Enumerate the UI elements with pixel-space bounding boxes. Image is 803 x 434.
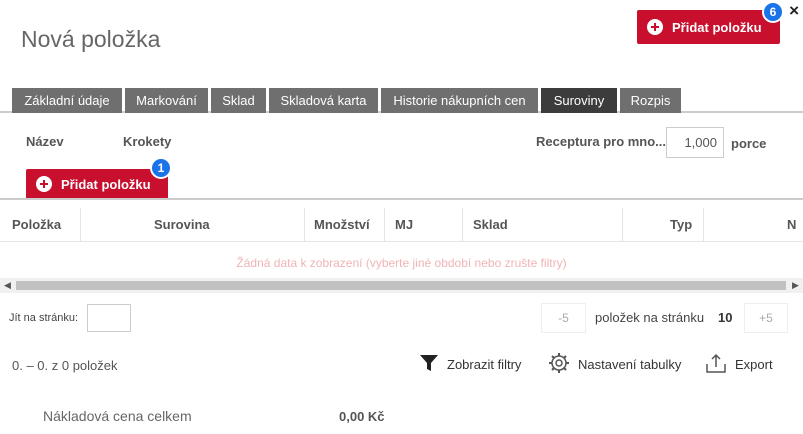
- column-header-surovina[interactable]: Surovina: [154, 208, 210, 241]
- plus-circle-icon: [36, 176, 52, 192]
- header-add-item-button[interactable]: Přidat položku: [637, 10, 780, 44]
- table-settings-button[interactable]: Nastavení tabulky: [548, 352, 681, 376]
- column-header-sklad[interactable]: Sklad: [473, 208, 508, 241]
- column-separator: [622, 208, 623, 241]
- tab-suroviny[interactable]: Suroviny: [541, 88, 617, 113]
- upload-icon: [705, 352, 727, 377]
- tab-zakladni-udaje[interactable]: Základní údaje: [12, 88, 122, 113]
- next-5-button[interactable]: +5: [744, 303, 788, 333]
- table-header-border: [0, 241, 803, 242]
- column-header-mnozstvi[interactable]: Množství: [314, 208, 370, 241]
- column-separator: [703, 208, 704, 241]
- prev-5-button[interactable]: -5: [541, 303, 586, 333]
- column-separator: [80, 208, 81, 241]
- goto-page-input[interactable]: [87, 304, 131, 332]
- plus-circle-icon: [647, 19, 663, 35]
- export-label: Export: [735, 356, 773, 372]
- tab-markovani[interactable]: Markování: [125, 88, 208, 113]
- recipe-label: Receptura pro mno...: [536, 134, 667, 149]
- recipe-unit-label: porce: [731, 136, 767, 151]
- tab-sklad[interactable]: Sklad: [211, 88, 266, 113]
- column-header-n[interactable]: N: [787, 208, 796, 241]
- gear-icon: [548, 352, 570, 377]
- name-value: Krokety: [123, 134, 172, 149]
- column-header-typ[interactable]: Typ: [670, 208, 692, 241]
- scroll-right-icon[interactable]: ▶: [788, 278, 803, 293]
- tab-bar: Základní údaje Markování Sklad Skladová …: [0, 87, 803, 113]
- empty-table-message: Žádná data k zobrazení (vyberte jiné obd…: [236, 256, 567, 270]
- scroll-left-icon[interactable]: ◀: [0, 278, 15, 293]
- total-cost-value: 0,00 Kč: [339, 409, 385, 424]
- column-separator: [384, 208, 385, 241]
- tab-skladova-karta[interactable]: Skladová karta: [269, 88, 378, 113]
- funnel-icon: [419, 353, 439, 376]
- goto-page-label: Jít na stránku:: [9, 312, 79, 324]
- column-header-polozka[interactable]: Položka: [12, 208, 61, 241]
- per-page-value[interactable]: 10: [718, 310, 732, 325]
- column-separator: [304, 208, 305, 241]
- close-icon[interactable]: ×: [789, 1, 799, 21]
- export-button[interactable]: Export: [705, 352, 773, 376]
- section-divider: [0, 198, 803, 200]
- header-add-item-badge: 6: [762, 1, 784, 23]
- recipe-quantity-input[interactable]: 1,000: [666, 127, 724, 158]
- show-filters-label: Zobrazit filtry: [447, 356, 522, 372]
- record-range-text: 0. – 0. z 0 položek: [12, 358, 118, 373]
- add-item-label: Přidat položku: [61, 176, 151, 192]
- add-item-badge: 1: [150, 157, 172, 179]
- column-header-mj[interactable]: MJ: [395, 208, 413, 241]
- table-settings-label: Nastavení tabulky: [578, 356, 682, 372]
- per-page-label: položek na stránku: [595, 310, 705, 325]
- header-add-item-label: Přidat položku: [672, 19, 762, 35]
- column-separator: [462, 208, 463, 241]
- horizontal-scrollbar[interactable]: ◀ ▶: [0, 278, 803, 293]
- show-filters-button[interactable]: Zobrazit filtry: [419, 352, 521, 376]
- add-item-button[interactable]: Přidat položku: [26, 169, 168, 199]
- name-label: Název: [26, 134, 64, 149]
- total-cost-label: Nákladová cena celkem: [43, 408, 192, 424]
- scrollbar-thumb[interactable]: [16, 281, 786, 290]
- tab-rozpis[interactable]: Rozpis: [620, 88, 681, 113]
- dialog-title: Nová položka: [21, 26, 161, 52]
- tab-historie-nakupnich-cen[interactable]: Historie nákupních cen: [381, 88, 538, 113]
